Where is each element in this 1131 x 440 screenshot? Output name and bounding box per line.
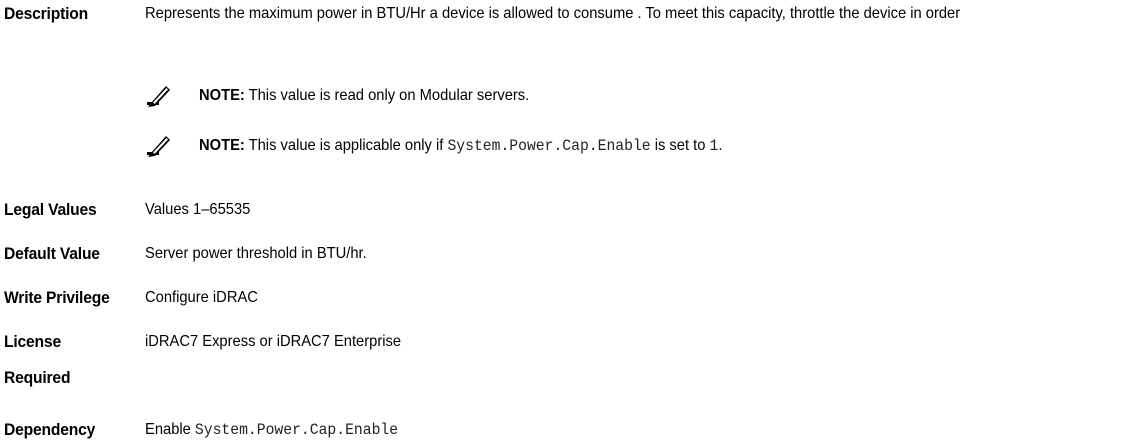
note-lead: NOTE: <box>199 87 245 104</box>
dependency-value: Enable System.Power.Cap.Enable <box>145 420 398 440</box>
description-label: Description <box>4 4 89 23</box>
pencil-note-icon <box>147 86 170 107</box>
license-required-label-line1: License <box>4 332 61 351</box>
pencil-note-icon <box>147 136 170 157</box>
note-body: This value is read only on Modular serve… <box>244 87 530 104</box>
note-text: NOTE: This value is applicable only if S… <box>199 136 722 156</box>
legal-values-label: Legal Values <box>4 200 97 219</box>
note-lead: NOTE: <box>199 137 245 154</box>
dependency-code: System.Power.Cap.Enable <box>194 421 399 439</box>
legal-values-value: Values 1–65535 <box>145 201 251 218</box>
note-code-value: 1 <box>709 137 719 155</box>
note-text: NOTE: This value is read only on Modular… <box>199 86 529 106</box>
description-text: Represents the maximum power in BTU/Hr a… <box>145 5 961 22</box>
note-read-only: NOTE: This value is read only on Modular… <box>146 81 558 111</box>
license-required-label-line2: Required <box>4 368 71 387</box>
dependency-label: Dependency <box>4 420 96 439</box>
note-code: System.Power.Cap.Enable <box>447 137 651 155</box>
note-applicable: NOTE: This value is applicable only if S… <box>146 131 768 161</box>
attribute-table: Description Represents the maximum power… <box>0 0 1131 439</box>
default-value-value: Server power threshold in BTU/hr. <box>145 245 367 262</box>
write-privilege-value: Configure iDRAC <box>145 289 258 306</box>
note-body-before: This value is applicable only if <box>244 137 448 154</box>
dependency-prefix: Enable <box>145 421 195 438</box>
note-body-after: . <box>718 137 723 154</box>
license-required-value: iDRAC7 Express or iDRAC7 Enterprise <box>145 333 402 350</box>
note-body-mid: is set to <box>650 137 710 154</box>
write-privilege-label: Write Privilege <box>4 288 110 307</box>
default-value-label: Default Value <box>4 244 100 263</box>
